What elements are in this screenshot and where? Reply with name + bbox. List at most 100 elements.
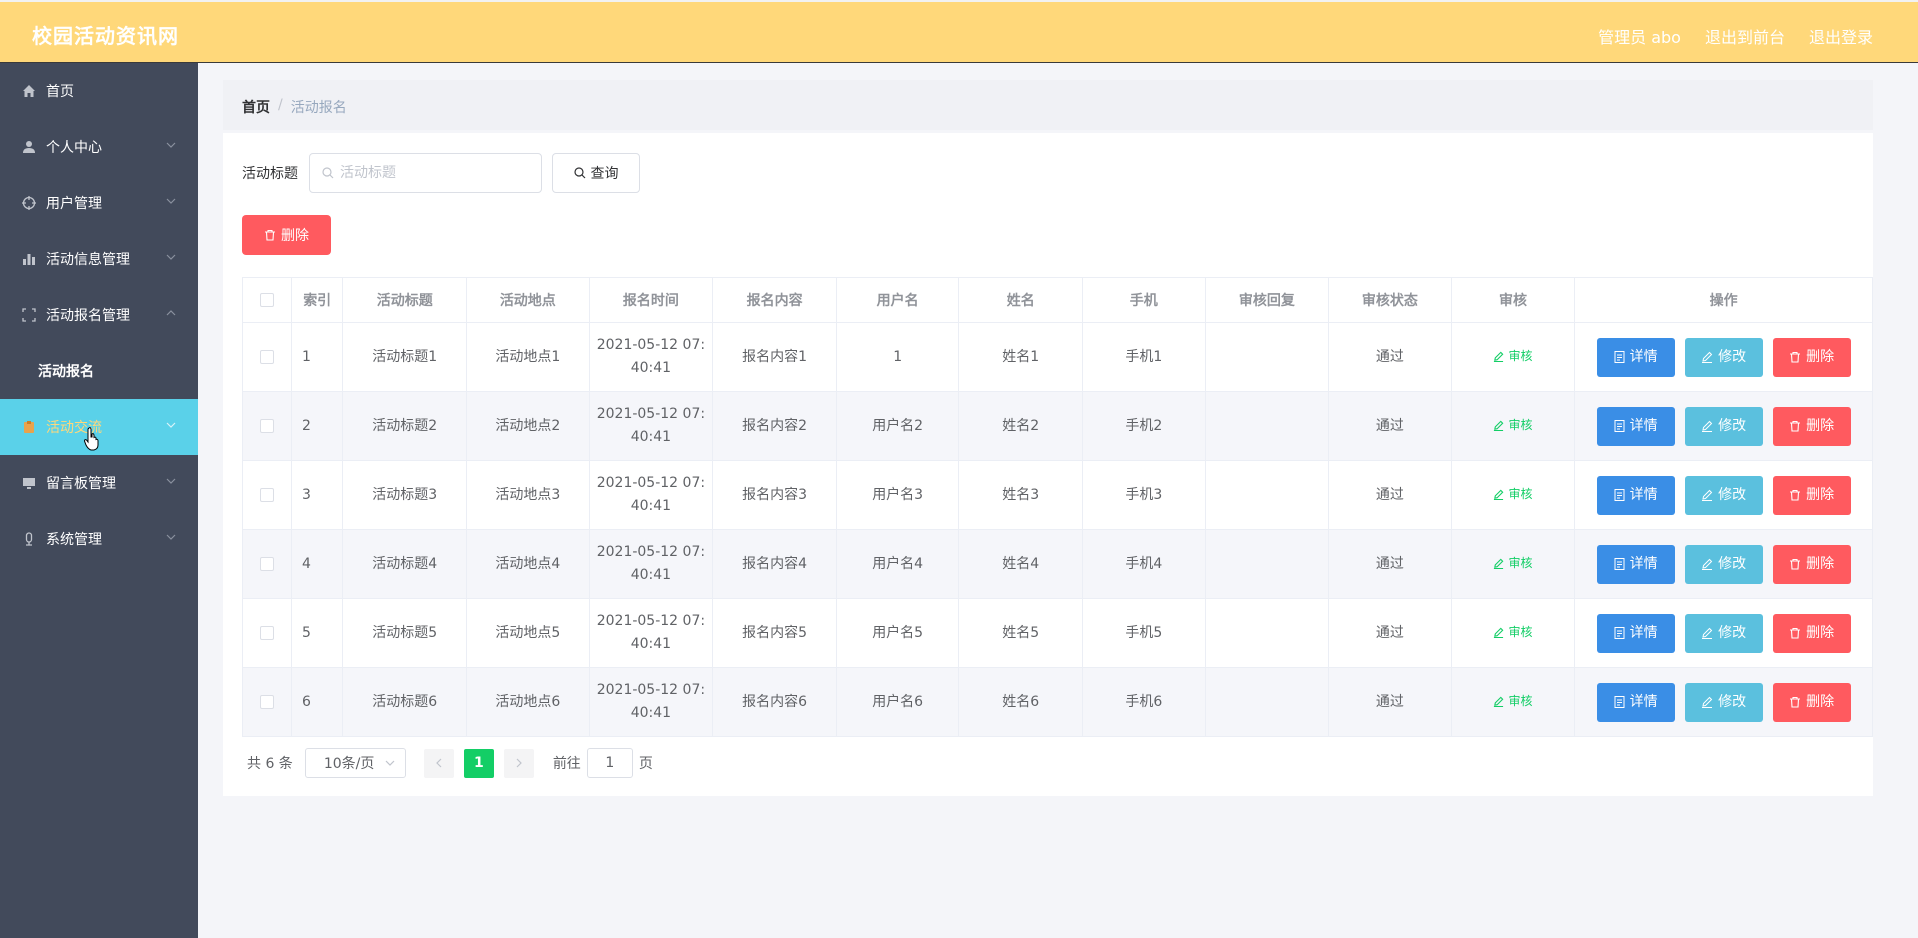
audit-link[interactable]: 审核 [1493,414,1533,437]
select-all-cell [242,277,292,323]
sidebar-item-message-board[interactable]: 留言板管理 [0,455,198,511]
search-input[interactable] [340,165,530,181]
row-checkbox[interactable] [259,556,274,571]
detail-button[interactable]: 详情 [1596,613,1675,653]
cell-content: 报名内容3 [712,460,837,530]
goto-page-input[interactable] [586,748,633,778]
delete-button[interactable]: 删除 [1772,682,1851,722]
delete-button-label: 删除 [1806,555,1835,572]
cell-username: 用户名6 [835,667,960,737]
delete-button[interactable]: 删除 [1772,406,1851,446]
table-row[interactable]: 5 活动标题5 活动地点5 2021-05-12 07: 40:41 报名内容5 用户名5 姓… [242,598,1873,668]
sidebar-item-activity-info[interactable]: 活动信息管理 [0,231,198,287]
detail-button[interactable]: 详情 [1596,475,1675,515]
audit-link[interactable]: 审核 [1493,345,1533,368]
sidebar-item-system-management[interactable]: 系统管理 [0,511,198,567]
table-row[interactable]: 3 活动标题3 活动地点3 2021-05-12 07: 40:41 报名内容3 用户名3 姓… [242,460,1873,530]
home-icon [22,84,36,98]
detail-button-label: 详情 [1629,417,1658,434]
cell-phone: 手机6 [1082,667,1206,737]
cell-audit: 审核 [1450,667,1576,737]
user-icon [22,140,36,154]
delete-button[interactable]: 删除 [1772,475,1851,515]
detail-button[interactable]: 详情 [1596,682,1675,722]
cell-actions: 详情 修改 删除 [1574,529,1873,599]
cell-content: 报名内容1 [712,322,837,392]
sidebar-item-personal-center[interactable]: 个人中心 [0,119,198,175]
header-links: 管理员 abo 退出到前台 退出登录 [1598,24,1873,48]
select-all-checkbox[interactable] [259,293,274,307]
cell-phone: 手机2 [1082,391,1206,461]
cell-name: 姓名3 [958,460,1084,530]
edit-button[interactable]: 修改 [1684,544,1763,584]
sidebar-item-registration-management[interactable]: 活动报名管理 [0,287,198,343]
row-checkbox[interactable] [259,694,274,709]
frontend-link[interactable]: 退出到前台 [1705,24,1785,48]
table-row[interactable]: 4 活动标题4 活动地点4 2021-05-12 07: 40:41 报名内容4 用户名4 姓… [242,529,1873,599]
edit-button[interactable]: 修改 [1684,406,1763,446]
search-icon [573,167,585,179]
prev-page-button[interactable] [423,748,454,778]
query-button[interactable]: 查询 [552,153,640,193]
table-row[interactable]: 6 活动标题6 活动地点6 2021-05-12 07: 40:41 报名内容6 用户名6 姓… [242,667,1873,737]
row-select-cell [242,529,292,599]
pencil-icon [1494,351,1504,362]
chevron-down-icon [166,142,176,148]
row-checkbox[interactable] [259,487,274,502]
logout-link[interactable]: 退出登录 [1809,24,1873,48]
column-header: 报名时间 [588,277,714,323]
table-row[interactable]: 2 活动标题2 活动地点2 2021-05-12 07: 40:41 报名内容2 用户名2 姓… [242,391,1873,461]
page-size-select[interactable]: 10条/页 [304,748,406,778]
admin-user-link[interactable]: 管理员 abo [1598,24,1681,48]
row-checkbox[interactable] [259,349,274,364]
cell-reply [1204,460,1330,530]
bulk-delete-button[interactable]: 删除 [242,215,331,255]
cell-place: 活动地点1 [466,322,590,392]
cell-actions: 详情 修改 删除 [1574,667,1873,737]
cell-time: 2021-05-12 07: 40:41 [588,529,714,599]
sidebar-item-label: 活动报名管理 [46,308,130,324]
detail-button[interactable]: 详情 [1596,406,1675,446]
chevron-right-icon [516,758,522,768]
edit-button[interactable]: 修改 [1684,682,1763,722]
edit-button-label: 修改 [1718,693,1747,710]
sidebar-item-user-management[interactable]: 用户管理 [0,175,198,231]
cell-content: 报名内容5 [712,598,837,668]
detail-button-label: 详情 [1629,693,1658,710]
row-select-cell [242,460,292,530]
row-select-cell [242,322,292,392]
audit-link[interactable]: 审核 [1493,552,1533,575]
page-number-button[interactable]: 1 [463,748,494,778]
sidebar-item-home[interactable]: 首页 [0,63,198,119]
cell-name: 姓名2 [958,391,1084,461]
next-page-button[interactable] [503,748,534,778]
detail-button[interactable]: 详情 [1596,544,1675,584]
audit-link[interactable]: 审核 [1493,621,1533,644]
edit-button[interactable]: 修改 [1684,613,1763,653]
delete-button-label: 删除 [1806,417,1835,434]
breadcrumb-home[interactable]: 首页 [242,97,270,117]
cell-time-date: 2021-05-12 07: [596,544,706,560]
sidebar-item-label: 用户管理 [46,196,102,212]
cell-content: 报名内容4 [712,529,837,599]
detail-button[interactable]: 详情 [1596,337,1675,377]
pencil-icon [1702,558,1713,570]
table-row[interactable]: 1 活动标题1 活动地点1 2021-05-12 07: 40:41 报名内容1 1 姓名1 手… [242,322,1873,392]
search-field[interactable] [309,153,542,193]
edit-button[interactable]: 修改 [1684,337,1763,377]
audit-link[interactable]: 审核 [1493,483,1533,506]
cell-time-clock: 40:41 [630,567,672,583]
cell-place: 活动地点5 [466,598,590,668]
audit-link[interactable]: 审核 [1493,690,1533,713]
edit-button[interactable]: 修改 [1684,475,1763,515]
row-checkbox[interactable] [259,418,274,433]
cell-reply [1204,598,1330,668]
registration-table: 索引 活动标题 活动地点 报名时间 报名内容 用户名 姓名 手机 审核回复 审核… [242,277,1873,737]
sidebar-item-label: 系统管理 [46,532,102,548]
cell-title: 活动标题6 [342,667,468,737]
delete-button[interactable]: 删除 [1772,544,1851,584]
delete-button[interactable]: 删除 [1772,613,1851,653]
row-checkbox[interactable] [259,625,274,640]
sidebar-subitem-registration[interactable]: 活动报名 [0,343,198,399]
delete-button[interactable]: 删除 [1772,337,1851,377]
